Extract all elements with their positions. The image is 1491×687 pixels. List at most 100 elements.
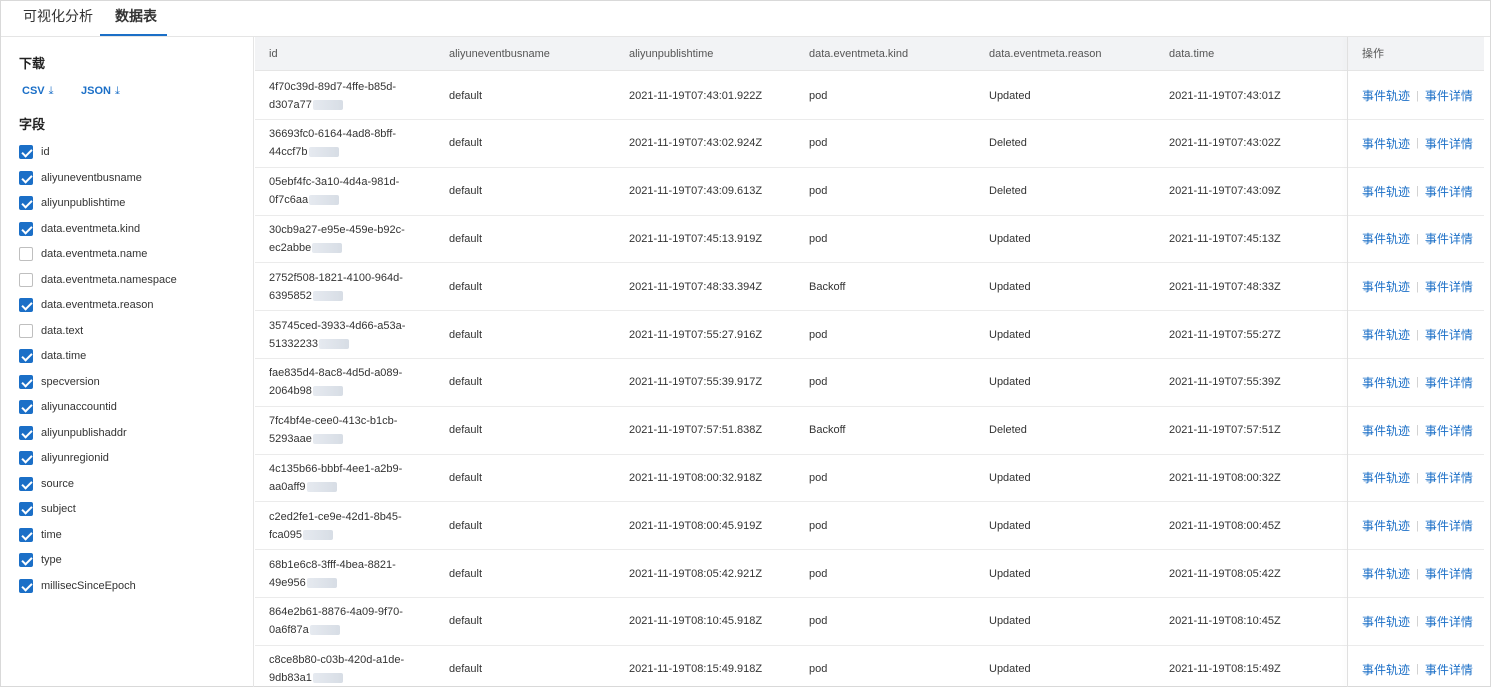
cell-actions: 事件轨迹 | 事件详情 xyxy=(1362,359,1473,406)
field-option[interactable]: aliyunpublishtime xyxy=(19,194,125,212)
event-trace-link[interactable]: 事件轨迹 xyxy=(1362,661,1410,678)
event-trace-link[interactable]: 事件轨迹 xyxy=(1362,326,1410,343)
field-checkbox[interactable] xyxy=(19,298,33,312)
field-checkbox[interactable] xyxy=(19,502,33,516)
field-checkbox[interactable] xyxy=(19,170,33,185)
event-detail-link[interactable]: 事件详情 xyxy=(1425,469,1473,486)
download-csv-label: CSV xyxy=(22,85,45,97)
action-separator: | xyxy=(1416,663,1419,676)
redacted-mask xyxy=(312,673,343,684)
id-line-1: 4c135b66-bbbf-4ee1-a2b9- xyxy=(269,462,403,475)
event-trace-link[interactable]: 事件轨迹 xyxy=(1362,230,1410,247)
field-checkbox[interactable] xyxy=(19,553,33,567)
cell-id: fae835d4-8ac8-4d5d-a089- 2064b98 xyxy=(269,359,419,406)
field-option[interactable]: type xyxy=(19,551,62,569)
cell-eventbusname: default xyxy=(449,615,483,628)
field-option[interactable]: aliyunaccountid xyxy=(19,398,117,416)
field-option[interactable]: data.eventmeta.reason xyxy=(19,296,154,314)
event-trace-link[interactable]: 事件轨迹 xyxy=(1362,565,1410,582)
event-detail-link[interactable]: 事件详情 xyxy=(1425,374,1473,391)
field-checkbox[interactable] xyxy=(19,221,33,236)
event-detail-link[interactable]: 事件详情 xyxy=(1425,565,1473,582)
field-option[interactable]: id xyxy=(19,143,50,161)
field-option[interactable]: aliyuneventbusname xyxy=(19,169,142,187)
column-header-time[interactable]: data.time xyxy=(1169,37,1214,71)
field-option[interactable]: time xyxy=(19,526,62,544)
field-option[interactable]: data.time xyxy=(19,347,86,365)
event-detail-link[interactable]: 事件详情 xyxy=(1425,517,1473,534)
field-option[interactable]: aliyunregionid xyxy=(19,449,109,467)
field-checkbox[interactable] xyxy=(19,374,33,389)
column-header-reason[interactable]: data.eventmeta.reason xyxy=(989,37,1102,71)
event-detail-link[interactable]: 事件详情 xyxy=(1425,135,1473,152)
column-header-kind[interactable]: data.eventmeta.kind xyxy=(809,37,908,71)
cell-time: 2021-11-19T07:43:02Z xyxy=(1169,137,1281,150)
cell-id: 4c135b66-bbbf-4ee1-a2b9- aa0aff9 xyxy=(269,454,419,501)
field-checkbox[interactable] xyxy=(19,247,33,261)
event-detail-link[interactable]: 事件详情 xyxy=(1425,87,1473,104)
event-detail-link[interactable]: 事件详情 xyxy=(1425,422,1473,439)
id-line-2: 2064b98 xyxy=(269,382,343,400)
action-separator: | xyxy=(1416,615,1419,628)
field-checkbox[interactable] xyxy=(19,476,33,491)
event-trace-link[interactable]: 事件轨迹 xyxy=(1362,517,1410,534)
event-trace-link[interactable]: 事件轨迹 xyxy=(1362,374,1410,391)
field-checkbox[interactable] xyxy=(19,578,33,593)
event-detail-link[interactable]: 事件详情 xyxy=(1425,613,1473,630)
download-csv-link[interactable]: CSV ⤓ xyxy=(22,85,54,98)
column-header-eventbusname[interactable]: aliyuneventbusname xyxy=(449,37,550,71)
event-trace-link[interactable]: 事件轨迹 xyxy=(1362,87,1410,104)
field-option[interactable]: millisecSinceEpoch xyxy=(19,577,136,595)
event-trace-link[interactable]: 事件轨迹 xyxy=(1362,278,1410,295)
event-trace-link[interactable]: 事件轨迹 xyxy=(1362,135,1410,152)
field-checkbox[interactable] xyxy=(19,323,33,338)
field-option[interactable]: data.eventmeta.kind xyxy=(19,220,140,238)
event-detail-link[interactable]: 事件详情 xyxy=(1425,278,1473,295)
field-option[interactable]: specversion xyxy=(19,373,100,391)
event-detail-link[interactable]: 事件详情 xyxy=(1425,183,1473,200)
field-checkbox[interactable] xyxy=(19,196,33,210)
cell-publishtime: 2021-11-19T08:00:45.919Z xyxy=(629,519,763,532)
field-option[interactable]: aliyunpublishaddr xyxy=(19,424,127,442)
field-option[interactable]: data.eventmeta.name xyxy=(19,245,147,263)
event-detail-link[interactable]: 事件详情 xyxy=(1425,230,1473,247)
column-header-id[interactable]: id xyxy=(269,37,278,71)
cell-eventbusname: default xyxy=(449,519,483,532)
action-separator: | xyxy=(1416,137,1419,150)
cell-time: 2021-11-19T07:57:51Z xyxy=(1169,424,1281,437)
id-line-1: fae835d4-8ac8-4d5d-a089- xyxy=(269,367,403,380)
tab-data-table[interactable]: 数据表 xyxy=(115,1,157,37)
field-label: subject xyxy=(41,503,76,515)
field-checkbox[interactable] xyxy=(19,425,33,440)
redacted-mask xyxy=(303,529,334,540)
field-checkbox[interactable] xyxy=(19,451,33,465)
field-option[interactable]: data.eventmeta.namespace xyxy=(19,271,177,289)
action-separator: | xyxy=(1416,471,1419,484)
cell-eventbusname: default xyxy=(449,567,483,580)
event-trace-link[interactable]: 事件轨迹 xyxy=(1362,183,1410,200)
cell-time: 2021-11-19T08:00:45Z xyxy=(1169,519,1281,532)
event-detail-link[interactable]: 事件详情 xyxy=(1425,326,1473,343)
id-line-1: 35745ced-3933-4d66-a53a- xyxy=(269,319,406,332)
field-checkbox[interactable] xyxy=(19,527,33,542)
field-checkbox[interactable] xyxy=(19,145,33,159)
download-json-link[interactable]: JSON ⤓ xyxy=(81,85,120,98)
cell-publishtime: 2021-11-19T07:57:51.838Z xyxy=(629,424,763,437)
field-checkbox[interactable] xyxy=(19,400,33,414)
tab-visual-analysis[interactable]: 可视化分析 xyxy=(23,1,93,37)
event-trace-link[interactable]: 事件轨迹 xyxy=(1362,469,1410,486)
action-separator: | xyxy=(1416,232,1419,245)
cell-actions: 事件轨迹 | 事件详情 xyxy=(1362,598,1473,645)
field-option[interactable]: subject xyxy=(19,500,76,518)
event-detail-link[interactable]: 事件详情 xyxy=(1425,661,1473,678)
field-checkbox[interactable] xyxy=(19,272,33,287)
cell-time: 2021-11-19T08:15:49Z xyxy=(1169,663,1281,676)
event-trace-link[interactable]: 事件轨迹 xyxy=(1362,422,1410,439)
field-checkbox[interactable] xyxy=(19,349,33,363)
field-option[interactable]: source xyxy=(19,475,74,493)
event-trace-link[interactable]: 事件轨迹 xyxy=(1362,613,1410,630)
column-header-publishtime[interactable]: aliyunpublishtime xyxy=(629,37,713,71)
field-option[interactable]: data.text xyxy=(19,322,83,340)
id-line-2-text: ec2abbe xyxy=(269,241,312,254)
action-separator: | xyxy=(1416,567,1419,580)
